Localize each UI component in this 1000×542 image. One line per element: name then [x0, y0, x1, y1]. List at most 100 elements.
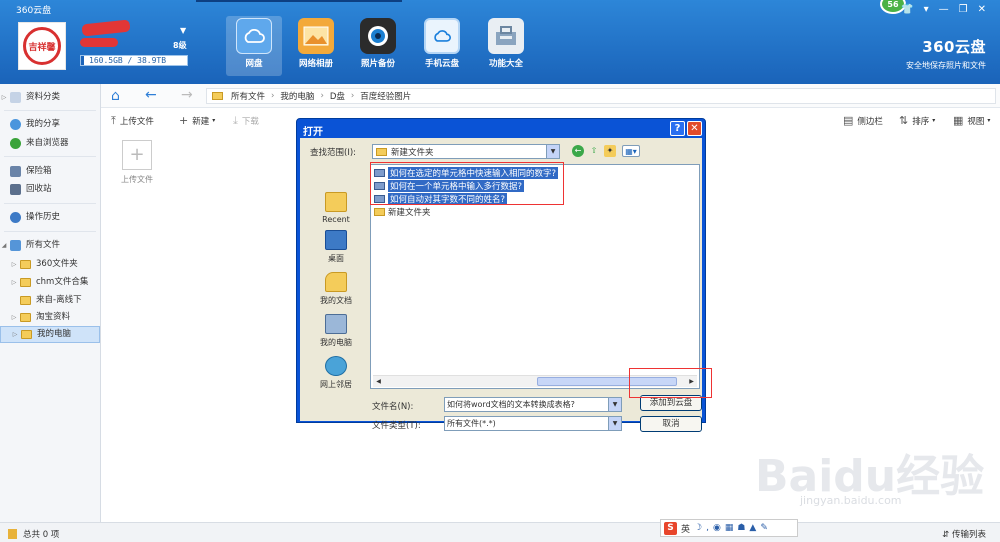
- expand-icon[interactable]: ▷: [10, 309, 18, 326]
- divider: [4, 231, 96, 232]
- expand-icon[interactable]: ▷: [0, 89, 8, 106]
- sidebar-item-all-files[interactable]: ◢ 所有文件: [0, 237, 100, 254]
- expand-icon[interactable]: ▷: [10, 274, 18, 291]
- sidebar-toggle-button[interactable]: ▤ 侧边栏: [843, 114, 883, 127]
- moon-icon[interactable]: ☽: [694, 523, 702, 533]
- plus-icon: +: [179, 114, 189, 127]
- cloud-icon: [236, 18, 272, 54]
- place-network[interactable]: 网上邻居: [306, 356, 366, 390]
- filetype-select[interactable]: 所有文件(*.*) ▼: [444, 416, 622, 431]
- new-folder-icon[interactable]: ✦: [604, 145, 616, 157]
- sort-icon: ⇅: [899, 114, 909, 127]
- filename-input[interactable]: 如何将word文档的文本转换成表格? ▼: [444, 397, 622, 412]
- sidebar-item-my-share[interactable]: 我的分享: [0, 116, 100, 133]
- sort-button[interactable]: ⇅ 排序 ▾: [899, 114, 935, 127]
- collapse-icon[interactable]: ◢: [0, 237, 8, 254]
- sidebar-item-from-browser[interactable]: 来自浏览器: [0, 135, 100, 152]
- tab-netdisk[interactable]: 网盘: [226, 16, 282, 76]
- lookin-value: 新建文件夹: [391, 147, 434, 158]
- wrench-icon[interactable]: ✎: [760, 523, 768, 533]
- sidebar-item-360-folder[interactable]: ▷ 360文件夹: [0, 256, 100, 273]
- avatar[interactable]: 吉祥馨: [18, 22, 66, 70]
- folder-icon: [21, 330, 32, 339]
- photo-album-icon: [298, 18, 334, 54]
- desktop-icon: [325, 230, 347, 250]
- sidebar-item-offline-download[interactable]: 来自-离线下: [0, 292, 100, 309]
- place-my-documents[interactable]: 我的文档: [306, 272, 366, 306]
- ime-mode[interactable]: 英: [681, 522, 690, 535]
- chevron-down-icon[interactable]: ▼: [608, 417, 621, 430]
- places-bar: Recent 桌面 我的文档 我的电脑 网上邻居: [306, 166, 366, 416]
- forward-arrow-icon[interactable]: →: [181, 87, 193, 103]
- sidebar-item-my-computer[interactable]: ▷ 我的电脑: [0, 326, 100, 343]
- chevron-down-icon[interactable]: ▼: [180, 26, 186, 35]
- tab-web-album[interactable]: 网络相册: [288, 16, 344, 76]
- view-label: 视图: [967, 116, 985, 127]
- download-icon: ⤓: [233, 114, 238, 127]
- up-folder-icon[interactable]: ⇧: [588, 145, 600, 157]
- download-label: 下载: [241, 117, 259, 127]
- expand-icon[interactable]: ▷: [11, 326, 19, 343]
- folder-icon: [212, 92, 223, 100]
- ime-toolbar: S 英 ☽ , ◉ ▦ ☗ ▲ ✎: [660, 519, 798, 537]
- transfer-list-button[interactable]: ⇵ 传输列表: [942, 528, 986, 540]
- sidebar-item-taobao[interactable]: ▷ 淘宝资料: [0, 309, 100, 326]
- divider: [4, 110, 96, 111]
- expand-icon[interactable]: ▷: [10, 256, 18, 273]
- back-icon[interactable]: ←: [572, 145, 584, 157]
- folder-icon: [376, 147, 387, 156]
- home-icon[interactable]: ⌂: [111, 88, 127, 104]
- quota-text: 160.5GB / 38.9TB: [89, 56, 167, 65]
- scroll-left-icon[interactable]: ◀: [373, 376, 384, 387]
- new-button[interactable]: + 新建 ▾: [179, 114, 215, 127]
- menu-icon[interactable]: ▾: [924, 4, 929, 15]
- help-icon[interactable]: ?: [670, 121, 685, 136]
- upload-tile[interactable]: + 上传文件: [117, 140, 157, 185]
- place-desktop[interactable]: 桌面: [306, 230, 366, 264]
- close-icon[interactable]: ✕: [978, 4, 986, 15]
- dialog-title: 打开: [303, 127, 323, 138]
- punctuation-icon[interactable]: ,: [706, 523, 709, 533]
- tab-mobile-cloud[interactable]: 手机云盘: [414, 16, 470, 76]
- upload-button[interactable]: ⤒ 上传文件: [111, 114, 154, 128]
- sidebar-item-safe[interactable]: 保险箱: [0, 163, 100, 180]
- my-computer-icon: [325, 314, 347, 334]
- shirt-icon[interactable]: ▲: [749, 523, 756, 533]
- avatar-seal: 吉祥馨: [23, 27, 61, 65]
- share-icon: [10, 119, 21, 130]
- back-arrow-icon[interactable]: ←: [145, 87, 157, 103]
- cancel-button[interactable]: 取消: [640, 416, 702, 432]
- view-button[interactable]: ▦ 视图 ▾: [953, 114, 990, 127]
- chevron-down-icon[interactable]: ▼: [546, 145, 559, 158]
- place-label: 网上邻居: [320, 380, 352, 389]
- chevron-down-icon[interactable]: ▼: [608, 398, 621, 411]
- close-icon[interactable]: ✕: [687, 121, 702, 136]
- view-menu-icon[interactable]: ▦▾: [622, 145, 640, 157]
- voice-icon[interactable]: ◉: [713, 523, 721, 533]
- redacted-username: [81, 19, 131, 37]
- grid-view-icon: ▦: [953, 114, 964, 127]
- tab-photo-backup[interactable]: 照片备份: [350, 16, 406, 76]
- maximize-icon[interactable]: ❐: [959, 4, 968, 15]
- minimize-icon[interactable]: —: [939, 4, 949, 15]
- shirt-icon[interactable]: 👕: [901, 4, 913, 15]
- list-item[interactable]: 新建文件夹: [374, 206, 431, 218]
- sogou-icon[interactable]: S: [664, 521, 677, 535]
- lookin-select[interactable]: 新建文件夹 ▼: [372, 144, 560, 159]
- tab-features[interactable]: 功能大全: [478, 16, 534, 76]
- breadcrumb-item[interactable]: 我的电脑: [280, 90, 314, 102]
- place-recent[interactable]: Recent: [306, 192, 366, 224]
- chevron-down-icon: ▾: [932, 117, 936, 124]
- user-icon[interactable]: ☗: [737, 523, 745, 533]
- place-my-computer[interactable]: 我的电脑: [306, 314, 366, 348]
- lock-icon: [8, 529, 17, 539]
- sidebar-item-recycle-bin[interactable]: 回收站: [0, 181, 100, 198]
- keyboard-icon[interactable]: ▦: [725, 523, 734, 533]
- breadcrumb-item[interactable]: 所有文件: [231, 90, 265, 102]
- sidebar-item-chm-collection[interactable]: ▷ chm文件合集: [0, 274, 100, 291]
- sidebar-item-history[interactable]: 操作历史: [0, 209, 100, 226]
- sidebar-item-categories[interactable]: ▷ 资料分类: [0, 89, 100, 106]
- download-button[interactable]: ⤓ 下载: [233, 114, 259, 128]
- breadcrumb-item[interactable]: D盘: [330, 90, 345, 102]
- breadcrumb-item[interactable]: 百度经验图片: [360, 90, 411, 102]
